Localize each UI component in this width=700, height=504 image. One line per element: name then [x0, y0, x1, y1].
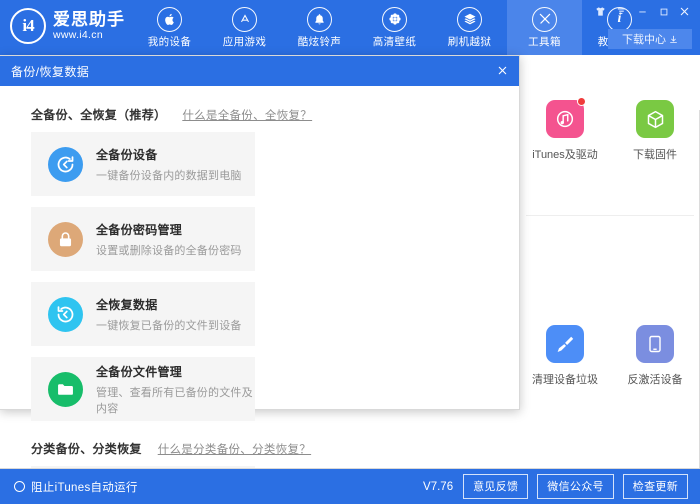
bell-icon [307, 6, 332, 32]
top-navigation-bar: i4 爱思助手 www.i4.cn 我的设备 应用游戏 酷炫铃声 高清壁纸 刷机… [0, 0, 700, 55]
card-backup-file-manage[interactable]: 全备份文件管理 管理、查看所有已备份的文件及内容 [31, 357, 255, 421]
section-help-link[interactable]: 什么是全备份、全恢复？ [182, 107, 312, 123]
nav-label: 高清壁纸 [372, 35, 417, 48]
skin-icon[interactable] [591, 3, 610, 20]
lock-icon [48, 221, 83, 257]
card-description: 一键备份设备内的数据到电脑 [96, 169, 242, 182]
main-nav: 我的设备 应用游戏 酷炫铃声 高清壁纸 刷机越狱 工具箱 i [132, 0, 657, 55]
version-label: V7.76 [423, 480, 454, 493]
folder-icon [48, 371, 83, 407]
tools-icon [532, 6, 557, 32]
card-title: 全备份文件管理 [96, 364, 183, 379]
tool-label: 清理设备垃圾 [532, 374, 598, 386]
radio-icon [14, 481, 25, 492]
logo-url: www.i4.cn [53, 29, 103, 42]
tool-row: 清理设备垃圾 反激活设备 [520, 325, 700, 435]
section-title: 分类备份、分类恢复 [31, 442, 142, 456]
nav-label: 应用游戏 [222, 35, 267, 48]
tool-deactivate-device[interactable]: 反激活设备 [610, 325, 700, 435]
status-bar: 阻止iTunes自动运行 V7.76 意见反馈 微信公众号 检查更新 [0, 469, 700, 504]
check-update-button[interactable]: 检查更新 [622, 474, 688, 499]
backup-restore-dialog: 备份/恢复数据 全备份、全恢复（推荐） 什么是全备份、全恢复？ 全备份设备 一键… [0, 55, 520, 504]
section-header-category-backup: 分类备份、分类恢复 什么是分类备份、分类恢复？ [31, 440, 488, 457]
card-description: 设置或删除设备的全备份密码 [96, 244, 242, 257]
menu-icon[interactable] [612, 3, 631, 20]
card-full-backup-device[interactable]: 全备份设备 一键备份设备内的数据到电脑 [31, 132, 255, 196]
card-text: 全备份文件管理 管理、查看所有已备份的文件及内容 [96, 363, 255, 416]
block-itunes-toggle[interactable]: 阻止iTunes自动运行 [14, 479, 138, 495]
nav-item-ringtones[interactable]: 酷炫铃声 [282, 0, 357, 55]
minimize-icon[interactable] [633, 3, 652, 20]
nav-item-toolbox[interactable]: 工具箱 [507, 0, 582, 55]
card-description: 一键恢复已备份的文件到设备 [96, 319, 242, 332]
app-logo: i4 爱思助手 www.i4.cn [10, 8, 125, 44]
card-text: 全备份密码管理 设置或删除设备的全备份密码 [96, 221, 242, 258]
tool-itunes-drivers[interactable]: iTunes及驱动 [520, 97, 610, 210]
nav-label: 刷机越狱 [447, 35, 492, 48]
dialog-close-icon[interactable] [491, 60, 513, 81]
nav-item-apps-games[interactable]: 应用游戏 [207, 0, 282, 55]
notification-badge [577, 97, 586, 106]
dialog-title: 备份/恢复数据 [11, 64, 90, 79]
card-backup-password-manage[interactable]: 全备份密码管理 设置或删除设备的全备份密码 [31, 207, 255, 271]
tool-divider [526, 215, 694, 216]
restore-data-icon [48, 296, 83, 332]
window-controls [591, 3, 694, 20]
full-backup-card-grid: 全备份设备 一键备份设备内的数据到电脑 全备份密码管理 设置或删除设备的全备份密… [31, 132, 488, 421]
nav-item-flash-jailbreak[interactable]: 刷机越狱 [432, 0, 507, 55]
section-help-link[interactable]: 什么是分类备份、分类恢复？ [158, 441, 311, 457]
nav-label: 酷炫铃声 [297, 35, 342, 48]
dialog-title-bar: 备份/恢复数据 [0, 56, 519, 86]
section-header-full-backup: 全备份、全恢复（推荐） 什么是全备份、全恢复？ [31, 106, 488, 123]
broom-icon [546, 325, 584, 363]
block-itunes-label: 阻止iTunes自动运行 [31, 481, 138, 494]
maximize-icon[interactable] [654, 3, 673, 20]
device-icon [636, 325, 674, 363]
download-center-label: 下载中心 [622, 34, 666, 46]
card-title: 全恢复数据 [96, 297, 158, 312]
section-title: 全备份、全恢复（推荐） [31, 108, 167, 122]
card-full-restore-data[interactable]: 全恢复数据 一键恢复已备份的文件到设备 [31, 282, 255, 346]
dialog-body: 全备份、全恢复（推荐） 什么是全备份、全恢复？ 全备份设备 一键备份设备内的数据… [0, 86, 519, 504]
tool-row: iTunes及驱动 下载固件 [520, 97, 700, 210]
card-text: 全备份设备 一键备份设备内的数据到电脑 [96, 146, 242, 183]
flower-icon [382, 6, 407, 32]
card-title: 全备份密码管理 [96, 222, 183, 237]
layers-icon [457, 6, 482, 32]
tool-label: 下载固件 [633, 149, 677, 161]
tool-download-firmware[interactable]: 下载固件 [610, 100, 700, 210]
appstore-icon [232, 6, 257, 32]
tool-label: iTunes及驱动 [532, 149, 598, 161]
i4-assistant-window: i4 爱思助手 www.i4.cn 我的设备 应用游戏 酷炫铃声 高清壁纸 刷机… [0, 0, 700, 504]
apple-icon [157, 6, 182, 32]
wechat-button[interactable]: 微信公众号 [537, 474, 614, 499]
close-icon[interactable] [675, 3, 694, 20]
logo-mark-icon: i4 [10, 8, 46, 44]
download-center-button[interactable]: 下载中心 [608, 29, 692, 49]
nav-item-wallpapers[interactable]: 高清壁纸 [357, 0, 432, 55]
itunes-icon [546, 97, 586, 138]
feedback-button[interactable]: 意见反馈 [463, 474, 529, 499]
tool-clean-device-junk[interactable]: 清理设备垃圾 [520, 325, 610, 435]
backup-device-icon [48, 146, 83, 182]
card-text: 全恢复数据 一键恢复已备份的文件到设备 [96, 296, 242, 333]
status-right-group: V7.76 意见反馈 微信公众号 检查更新 [423, 474, 688, 499]
nav-label: 我的设备 [147, 35, 192, 48]
card-description: 管理、查看所有已备份的文件及内容 [96, 386, 253, 415]
download-icon [669, 35, 678, 44]
tool-label: 反激活设备 [627, 374, 683, 386]
nav-label: 工具箱 [528, 35, 561, 48]
card-title: 全备份设备 [96, 147, 158, 162]
background-tool-grid: iTunes及驱动 下载固件 清理设备垃圾 反激活设备 [520, 55, 700, 469]
cube-icon [636, 100, 674, 138]
logo-text: 爱思助手 www.i4.cn [53, 9, 125, 42]
nav-item-my-device[interactable]: 我的设备 [132, 0, 207, 55]
logo-app-name: 爱思助手 [53, 9, 125, 29]
